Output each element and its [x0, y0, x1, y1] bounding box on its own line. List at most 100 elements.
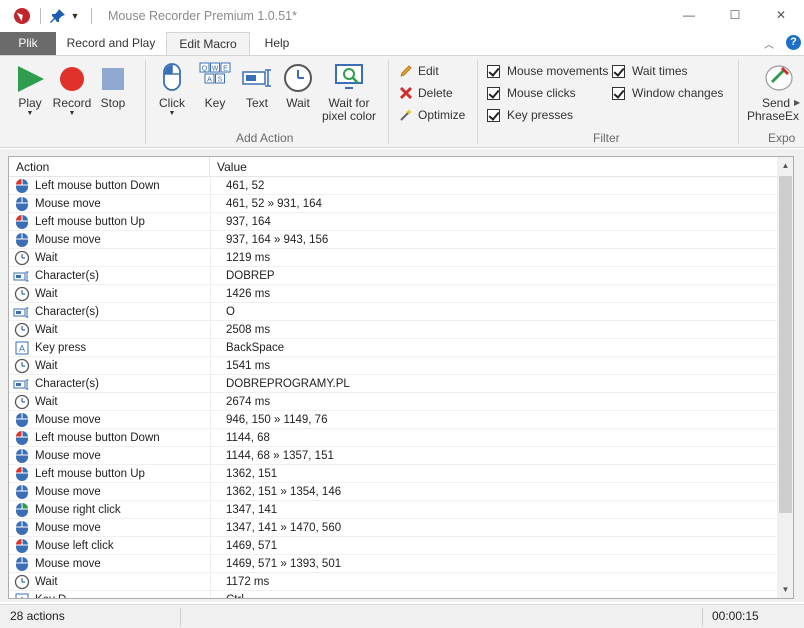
- pin-icon[interactable]: [49, 7, 67, 25]
- action-cell: Left mouse button Up: [35, 216, 145, 228]
- svg-text:W: W: [212, 66, 219, 73]
- title-divider: [91, 8, 92, 24]
- value-cell: 461, 52: [226, 180, 265, 192]
- group-divider: [388, 60, 389, 144]
- list-item[interactable]: Mouse move 1144, 68 » 1357, 151: [9, 447, 777, 465]
- ribbon-scroll-right-icon[interactable]: ▶: [794, 98, 800, 107]
- list-item[interactable]: Character(s) O: [9, 303, 777, 321]
- list-item[interactable]: Mouse move 461, 52 » 931, 164: [9, 195, 777, 213]
- list-item[interactable]: Character(s) DOBREP: [9, 267, 777, 285]
- list-item[interactable]: A Key D Ctrl: [9, 591, 777, 598]
- mouse-right-button-icon: [13, 502, 30, 518]
- action-cell: Character(s): [35, 270, 99, 282]
- add-key-button[interactable]: Q W E A S Key: [198, 62, 232, 110]
- list-item[interactable]: Mouse move 946, 150 » 1149, 76: [9, 411, 777, 429]
- filter-mouse-clicks-checkbox[interactable]: Mouse clicks: [487, 84, 576, 102]
- tab-record-and-play[interactable]: Record and Play: [58, 32, 164, 55]
- group-divider: [145, 60, 146, 144]
- optimize-button[interactable]: Optimize: [398, 105, 465, 125]
- tab-file[interactable]: Plik: [0, 32, 56, 55]
- wait-pixel-label-line2: pixel color: [321, 109, 377, 123]
- filter-window-changes-checkbox[interactable]: Window changes: [612, 84, 723, 102]
- list-item[interactable]: Wait 1426 ms: [9, 285, 777, 303]
- list-item[interactable]: Wait 1172 ms: [9, 573, 777, 591]
- edit-button[interactable]: Edit: [398, 61, 439, 81]
- scroll-down-icon[interactable]: ▼: [777, 581, 793, 598]
- export-group-label: Expo: [768, 131, 796, 145]
- value-cell: 1172 ms: [226, 576, 270, 588]
- filter-key-presses-checkbox[interactable]: Key presses: [487, 106, 573, 124]
- record-button[interactable]: Record ▼: [52, 64, 92, 118]
- delete-label: Delete: [418, 86, 453, 100]
- add-wait-button[interactable]: Wait: [282, 62, 314, 110]
- macro-action-list[interactable]: Action Value Left mouse button Down 461, …: [8, 156, 794, 599]
- list-item[interactable]: A Key press BackSpace: [9, 339, 777, 357]
- quick-access-dropdown-icon[interactable]: ▼: [69, 7, 81, 25]
- add-text-button[interactable]: Text: [240, 62, 274, 110]
- text-cursor-icon: [242, 69, 271, 87]
- checkbox-checked-icon: [487, 64, 500, 78]
- edit-label: Edit: [418, 64, 439, 78]
- minimize-button[interactable]: —: [666, 0, 712, 30]
- keyboard-icon: Q W E A S: [199, 62, 231, 84]
- scrollbar-thumb[interactable]: [779, 176, 792, 513]
- delete-button[interactable]: Delete: [398, 83, 453, 103]
- play-dropdown-icon[interactable]: ▼: [14, 110, 46, 118]
- help-icon[interactable]: ?: [786, 35, 801, 50]
- add-wait-pixel-button[interactable]: Wait for pixel color: [320, 62, 378, 123]
- text-cursor-icon: [13, 376, 30, 392]
- list-item[interactable]: Mouse move 1469, 571 » 1393, 501: [9, 555, 777, 573]
- list-item[interactable]: Wait 1219 ms: [9, 249, 777, 267]
- vertical-scrollbar[interactable]: ▲ ▼: [777, 157, 793, 598]
- list-item[interactable]: Wait 1541 ms: [9, 357, 777, 375]
- list-item[interactable]: Character(s) DOBREPROGRAMY.PL: [9, 375, 777, 393]
- add-click-button[interactable]: Click ▼: [156, 60, 188, 118]
- checkbox-checked-icon: [487, 86, 500, 100]
- mouse-left-button-icon: [13, 430, 30, 446]
- value-cell: 461, 52 » 931, 164: [226, 198, 322, 210]
- action-cell: Mouse move: [35, 522, 101, 534]
- filter-wait-times-checkbox[interactable]: Wait times: [612, 62, 688, 80]
- filter-mouse-movements-checkbox[interactable]: Mouse movements: [487, 62, 608, 80]
- text-cursor-icon: [13, 304, 30, 320]
- list-item[interactable]: Mouse move 937, 164 » 943, 156: [9, 231, 777, 249]
- list-item[interactable]: Mouse right click 1347, 141: [9, 501, 777, 519]
- list-item[interactable]: Mouse left click 1469, 571: [9, 537, 777, 555]
- tab-help[interactable]: Help: [252, 32, 302, 55]
- filter-key-presses-label: Key presses: [507, 108, 574, 122]
- status-divider: [180, 608, 181, 626]
- filter-mouse-clicks-label: Mouse clicks: [507, 86, 576, 100]
- column-header-action[interactable]: Action: [9, 157, 210, 177]
- tab-edit-macro[interactable]: Edit Macro: [166, 32, 250, 56]
- optimize-label: Optimize: [418, 108, 466, 122]
- scroll-up-icon[interactable]: ▲: [777, 157, 793, 174]
- list-item[interactable]: Left mouse button Up 937, 164: [9, 213, 777, 231]
- maximize-button[interactable]: ☐: [712, 0, 758, 30]
- list-item[interactable]: Left mouse button Down 1144, 68: [9, 429, 777, 447]
- mouse-icon: [13, 520, 30, 536]
- list-item[interactable]: Mouse move 1347, 141 » 1470, 560: [9, 519, 777, 537]
- clock-icon: [13, 574, 30, 590]
- svg-text:S: S: [218, 77, 223, 84]
- magic-wand-icon: [398, 107, 414, 123]
- list-item[interactable]: Wait 2674 ms: [9, 393, 777, 411]
- send-phraseexpress-button[interactable]: Send PhraseEx: [744, 60, 800, 123]
- app-logo-icon[interactable]: [14, 8, 30, 24]
- status-divider: [702, 608, 703, 626]
- close-button[interactable]: ✕: [758, 0, 804, 30]
- value-cell: 937, 164 » 943, 156: [226, 234, 329, 246]
- click-dropdown-icon[interactable]: ▼: [156, 110, 188, 118]
- list-item[interactable]: Left mouse button Up 1362, 151: [9, 465, 777, 483]
- filter-window-changes-label: Window changes: [632, 86, 724, 100]
- collapse-ribbon-icon[interactable]: ︿: [764, 36, 774, 51]
- play-button[interactable]: Play ▼: [14, 64, 46, 118]
- action-cell: Wait: [35, 288, 58, 300]
- stop-button[interactable]: Stop: [98, 64, 128, 110]
- svg-text:A: A: [207, 77, 212, 84]
- record-dropdown-icon[interactable]: ▼: [52, 110, 92, 118]
- column-header-value[interactable]: Value: [210, 157, 776, 177]
- list-header: Action Value: [9, 157, 777, 177]
- list-item[interactable]: Wait 2508 ms: [9, 321, 777, 339]
- list-item[interactable]: Mouse move 1362, 151 » 1354, 146: [9, 483, 777, 501]
- list-item[interactable]: Left mouse button Down 461, 52: [9, 177, 777, 195]
